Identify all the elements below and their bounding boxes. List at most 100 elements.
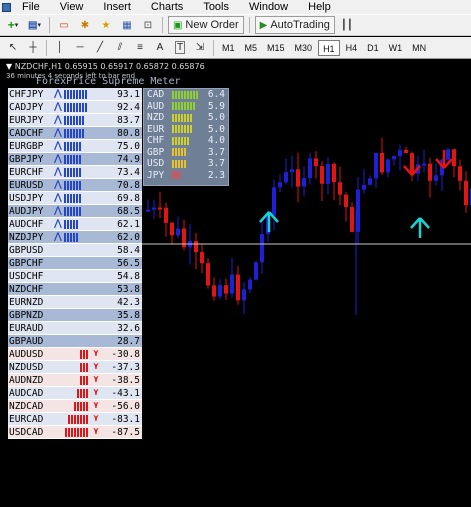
menu-file[interactable]: File [13,0,51,14]
candle-body [260,234,264,263]
timeframe-buttons: M1 M5 M15 M30 H1 H4 D1 W1 MN [218,39,430,56]
strength-bar [79,154,81,164]
timeframe-m30[interactable]: M30 [291,40,317,56]
strength-bar [73,167,75,177]
currency-strength-panel: CAD 6.4 AUD 5.9 NZD 5.0 EUR 5.0 CHF 4.0 GBP 3.7 USD 3… [143,88,229,186]
data-window-button[interactable]: ✱ [76,16,94,34]
candle-body [152,207,156,210]
menu-insert[interactable]: Insert [94,0,142,14]
currency-bar [187,125,189,134]
menu-view[interactable]: View [51,0,95,14]
strength-bar [83,427,85,437]
candle-body [248,279,252,290]
pair-name: USDCAD [9,426,44,438]
menu-window[interactable]: Window [240,0,299,14]
strength-bar [70,89,72,99]
fibonacci-tool[interactable]: ≡ [131,39,149,57]
timeframe-w1[interactable]: W1 [385,40,407,56]
strength-bar [76,89,78,99]
strength-bar [73,141,75,151]
candle-body [284,172,288,183]
trendline-tool[interactable]: ╱ [91,39,109,57]
autotrading-button[interactable]: ▶ AutoTrading [254,16,335,34]
pair-name: EURGBP [9,140,44,152]
app-icon[interactable] [2,2,11,12]
timeframe-m5[interactable]: M5 [241,40,262,56]
market-watch-icon: ▭ [59,19,69,31]
timeframe-d1[interactable]: D1 [363,40,383,56]
chart-menu-icon[interactable]: ▼ [6,62,12,71]
currency-name: USD [147,158,165,170]
vertical-line-tool[interactable]: │ [51,39,69,57]
strength-bar [70,193,72,203]
menu-help[interactable]: Help [299,0,342,14]
timeframe-m1[interactable]: M1 [218,40,239,56]
pair-row: AUDUSD ⋎ -30.8 [8,348,142,361]
currency-name: CAD [147,89,165,101]
down-arrow-icon: ⋎ [93,388,99,398]
cursor-tool[interactable]: ↖ [4,39,22,57]
terminal-button[interactable]: ▦ [118,16,136,34]
currency-bar [184,136,186,145]
up-arrow-icon: ⋀ [54,219,62,229]
text-label-tool[interactable]: T [171,39,189,57]
candle-body [422,163,426,166]
symbol-line: NZDCHF,H1 0.65915 0.65917 0.65872 0.6587… [14,62,205,71]
candle-body [428,163,432,181]
strength-bar [79,206,81,216]
pair-row: AUDNZD ⋎ -38.5 [8,374,142,387]
strength-bars [64,206,100,216]
pair-row: GBPNZD 35.8 [8,309,142,322]
crosshair-icon: ┼ [29,42,37,53]
timeframe-h1[interactable]: H1 [318,39,340,56]
pair-row: CADCHF ⋀ 80.8 [8,127,142,140]
timeframe-m15[interactable]: M15 [263,40,289,56]
strength-bar [76,193,78,203]
currency-bars [172,90,198,99]
strength-bar [67,206,69,216]
strength-bar [73,206,75,216]
chart-area[interactable]: ▼ NZDCHF,H1 0.65915 0.65917 0.65872 0.65… [0,60,471,507]
new-chart-button[interactable]: + ▾ [4,16,22,34]
channel-tool[interactable]: ⫽ [111,39,129,57]
currency-value: 6.4 [207,89,225,101]
strength-bar [74,427,76,437]
market-watch-button[interactable]: ▭ [55,16,73,34]
currency-bar [190,90,192,99]
strength-bar [82,102,84,112]
pair-name: GBPAUD [9,335,44,347]
profiles-button[interactable]: ▤ ▾ [25,16,44,34]
candle-body [278,182,282,188]
new-order-button[interactable]: ▣ New Order [167,16,244,34]
timeframe-mn[interactable]: MN [408,40,430,56]
text-tool[interactable]: A [151,39,169,57]
crosshair-tool[interactable]: ┼ [24,39,42,57]
arrows-tool[interactable]: ⇲ [191,39,209,57]
strength-bar [67,232,69,242]
timeframe-h4[interactable]: H4 [342,40,362,56]
strength-bar [70,115,72,125]
menu-charts[interactable]: Charts [142,0,194,14]
strength-bar [65,427,67,437]
currency-bar [175,125,177,134]
currency-bars [172,148,186,157]
up-arrow-icon: ⋀ [54,141,62,151]
pair-strength-table: CHFJPY ⋀ 93.1 CADJPY ⋀ 92.4 EURJPY ⋀ 83.7 CADCHF ⋀… [8,88,142,439]
up-arrow-icon: ⋀ [54,115,62,125]
candle-body [326,163,330,184]
pair-row: USDCAD ⋎ -87.5 [8,426,142,439]
navigator-button[interactable]: ★ [97,16,115,34]
chart-bars-button[interactable]: ┃┃ [338,16,356,34]
currency-bar [172,148,174,157]
currency-bar [175,113,177,122]
strength-bar [76,219,78,229]
down-arrow-icon: ⋎ [93,362,99,372]
strength-bar [73,102,75,112]
strength-bars [64,193,100,203]
menu-bar: File View Insert Charts Tools Window Hel… [0,0,471,14]
down-arrow-icon: ⋎ [93,349,99,359]
menu-tools[interactable]: Tools [194,0,240,14]
pair-row: EURUSD ⋀ 70.8 [8,179,142,192]
horizontal-line-tool[interactable]: ─ [71,39,89,57]
strategy-tester-button[interactable]: ⊡ [139,16,157,34]
